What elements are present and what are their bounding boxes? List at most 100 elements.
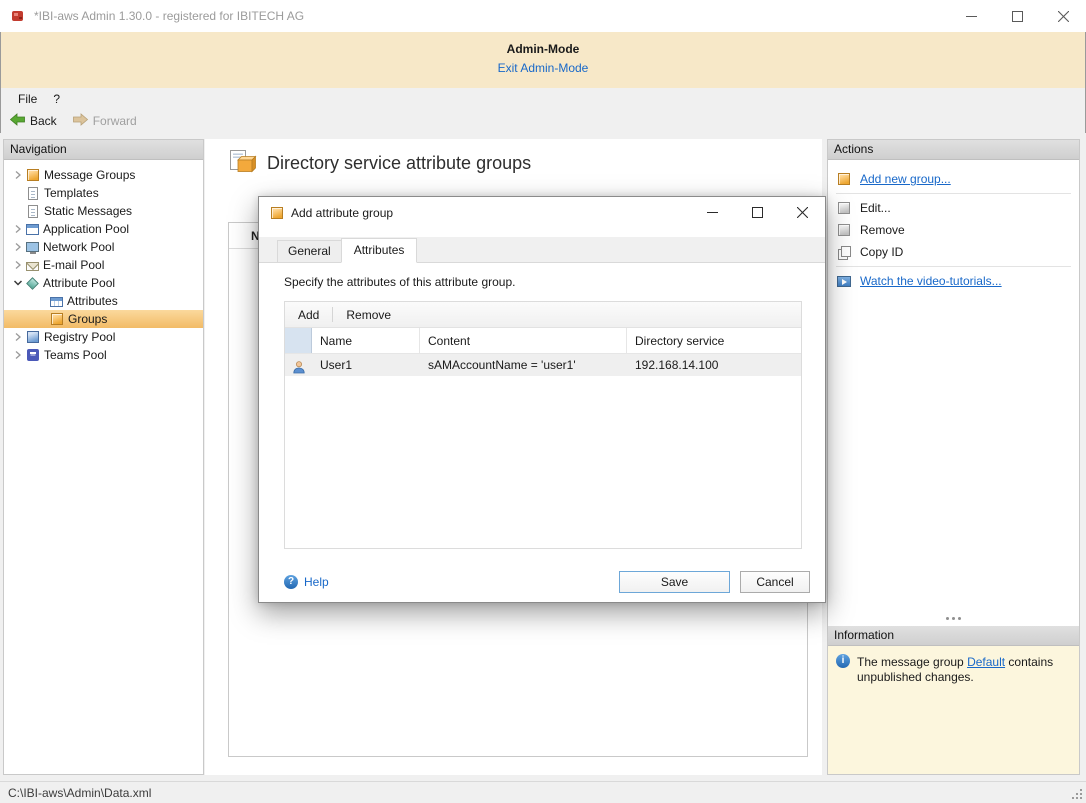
data-file-path: C:\IBI-aws\Admin\Data.xml bbox=[8, 786, 151, 800]
chevron-right-icon[interactable] bbox=[10, 347, 26, 363]
row-icon-cell bbox=[285, 354, 312, 376]
dialog-minimize-button[interactable] bbox=[690, 197, 735, 228]
edit-action[interactable]: Edit... bbox=[828, 197, 1079, 219]
dialog-title-bar[interactable]: Add attribute group bbox=[259, 197, 825, 228]
column-header-content[interactable]: Content bbox=[420, 328, 627, 353]
forward-button[interactable]: Forward bbox=[73, 113, 137, 129]
dialog-close-button[interactable] bbox=[780, 197, 825, 228]
remove-attribute-button[interactable]: Remove bbox=[343, 306, 394, 324]
row-name: User1 bbox=[312, 354, 420, 376]
save-button[interactable]: Save bbox=[619, 571, 730, 593]
icon-column-header[interactable] bbox=[285, 328, 312, 353]
watch-video-tutorials-action[interactable]: Watch the video-tutorials... bbox=[828, 270, 1079, 292]
attributes-toolbar: Add Remove bbox=[285, 302, 801, 328]
back-button[interactable]: Back bbox=[10, 113, 57, 129]
divider bbox=[836, 193, 1071, 194]
nav-item-groups[interactable]: Groups bbox=[4, 310, 203, 328]
add-attribute-button[interactable]: Add bbox=[295, 306, 322, 324]
email-pool-icon bbox=[26, 262, 39, 271]
divider bbox=[332, 307, 333, 322]
message-groups-icon bbox=[27, 169, 39, 181]
nav-item-label: Message Groups bbox=[44, 168, 135, 182]
nav-item-label: Attribute Pool bbox=[43, 276, 115, 290]
nav-item-templates[interactable]: Templates bbox=[4, 184, 203, 202]
nav-item-network-pool[interactable]: Network Pool bbox=[4, 238, 203, 256]
info-text-before: The message group bbox=[857, 655, 967, 669]
admin-mode-label: Admin-Mode bbox=[1, 42, 1085, 56]
navigation-panel: Navigation Message Groups Templates Stat… bbox=[3, 139, 204, 775]
nav-item-label: Templates bbox=[44, 186, 99, 200]
chevron-down-icon[interactable] bbox=[10, 275, 26, 291]
menu-help[interactable]: ? bbox=[45, 90, 68, 108]
nav-item-teams-pool[interactable]: Teams Pool bbox=[4, 346, 203, 364]
application-pool-icon bbox=[26, 224, 39, 235]
add-new-group-action[interactable]: Add new group... bbox=[828, 168, 1079, 190]
network-pool-icon bbox=[26, 242, 39, 252]
help-link[interactable]: Help bbox=[284, 575, 329, 589]
attributes-icon bbox=[50, 297, 63, 307]
divider bbox=[836, 266, 1071, 267]
action-label: Edit... bbox=[860, 201, 891, 215]
window-controls bbox=[948, 0, 1086, 32]
tab-general[interactable]: General bbox=[277, 240, 342, 263]
actions-panel: Actions Add new group... Edit... Remove … bbox=[827, 139, 1080, 775]
copy-icon bbox=[837, 245, 851, 259]
tab-attributes[interactable]: Attributes bbox=[341, 238, 418, 263]
nav-item-message-groups[interactable]: Message Groups bbox=[4, 166, 203, 184]
chevron-right-icon[interactable] bbox=[10, 239, 26, 255]
title-bar: *IBI-aws Admin 1.30.0 - registered for I… bbox=[0, 0, 1086, 32]
nav-item-attributes[interactable]: Attributes bbox=[4, 292, 203, 310]
chevron-right-icon[interactable] bbox=[10, 167, 26, 183]
cancel-button[interactable]: Cancel bbox=[740, 571, 810, 593]
dialog-description: Specify the attributes of this attribute… bbox=[284, 275, 825, 289]
action-label: Add new group... bbox=[860, 172, 951, 186]
app-icon bbox=[10, 8, 26, 24]
grip-dots-icon bbox=[952, 617, 955, 620]
dialog-footer: Help Save Cancel bbox=[284, 571, 810, 593]
minimize-button[interactable] bbox=[948, 0, 994, 32]
nav-item-attribute-pool[interactable]: Attribute Pool bbox=[4, 274, 203, 292]
maximize-button[interactable] bbox=[994, 0, 1040, 32]
menu-file[interactable]: File bbox=[10, 90, 45, 108]
page-title: Directory service attribute groups bbox=[267, 153, 531, 174]
dialog-title: Add attribute group bbox=[291, 206, 393, 220]
remove-icon bbox=[838, 224, 850, 236]
actions-header: Actions bbox=[828, 140, 1079, 160]
dialog-maximize-button[interactable] bbox=[735, 197, 780, 228]
nav-item-label: Groups bbox=[68, 312, 107, 326]
column-header-name[interactable]: Name bbox=[312, 328, 420, 353]
window-title: *IBI-aws Admin 1.30.0 - registered for I… bbox=[34, 9, 304, 23]
nav-item-static-messages[interactable]: Static Messages bbox=[4, 202, 203, 220]
navigation-toolbar: Back Forward bbox=[1, 109, 1085, 133]
chevron-right-icon[interactable] bbox=[10, 257, 26, 273]
splitter-grip[interactable] bbox=[828, 611, 1079, 626]
groups-icon bbox=[51, 313, 63, 325]
copy-id-action[interactable]: Copy ID bbox=[828, 241, 1079, 263]
navigation-tree: Message Groups Templates Static Messages… bbox=[4, 160, 203, 364]
nav-item-application-pool[interactable]: Application Pool bbox=[4, 220, 203, 238]
nav-item-email-pool[interactable]: E-mail Pool bbox=[4, 256, 203, 274]
action-label: Watch the video-tutorials... bbox=[860, 274, 1002, 288]
chevron-spacer bbox=[10, 203, 26, 219]
actions-list: Add new group... Edit... Remove Copy ID … bbox=[828, 160, 1079, 292]
exit-admin-mode-link[interactable]: Exit Admin-Mode bbox=[498, 61, 589, 75]
nav-item-label: Network Pool bbox=[43, 240, 114, 254]
close-button[interactable] bbox=[1040, 0, 1086, 32]
attribute-pool-icon bbox=[26, 277, 39, 290]
chevron-right-icon[interactable] bbox=[10, 329, 26, 345]
column-header-directory-service[interactable]: Directory service bbox=[627, 328, 801, 353]
forward-label: Forward bbox=[93, 114, 137, 128]
chevron-right-icon[interactable] bbox=[10, 221, 26, 237]
information-box: The message group Default contains unpub… bbox=[828, 646, 1079, 774]
info-icon bbox=[836, 654, 850, 668]
add-attribute-group-dialog: Add attribute group General Attributes S… bbox=[258, 196, 826, 603]
row-directory-service: 192.168.14.100 bbox=[627, 354, 801, 376]
nav-item-registry-pool[interactable]: Registry Pool bbox=[4, 328, 203, 346]
chevron-spacer bbox=[10, 185, 26, 201]
remove-action[interactable]: Remove bbox=[828, 219, 1079, 241]
default-group-link[interactable]: Default bbox=[967, 655, 1005, 669]
nav-item-label: Static Messages bbox=[44, 204, 132, 218]
resize-grip-icon[interactable] bbox=[1070, 787, 1082, 799]
nav-item-label: Attributes bbox=[67, 294, 118, 308]
attribute-table-row[interactable]: User1 sAMAccountName = 'user1' 192.168.1… bbox=[285, 354, 801, 376]
